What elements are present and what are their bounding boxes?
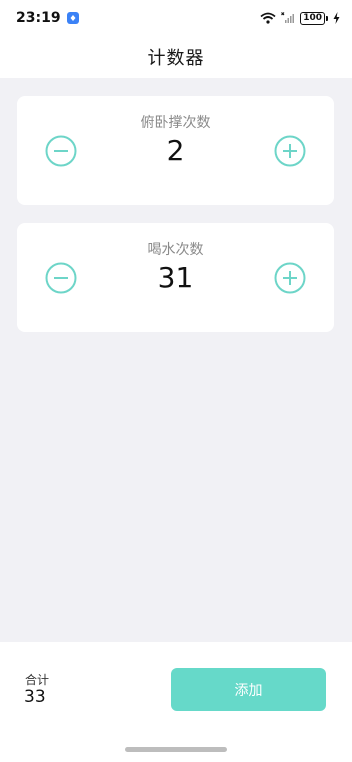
battery-level: 100 bbox=[300, 11, 325, 25]
counter-card-water: 喝水次数 31 bbox=[17, 223, 334, 332]
home-indicator[interactable] bbox=[125, 747, 227, 752]
status-right: 100 bbox=[260, 9, 340, 28]
counter-label: 喝水次数 bbox=[147, 242, 204, 258]
app-notification-icon bbox=[66, 12, 79, 24]
add-button[interactable]: 添加 bbox=[171, 668, 326, 711]
increment-button[interactable] bbox=[274, 135, 306, 167]
battery-tip bbox=[326, 15, 328, 21]
status-bar: 23:19 100 bbox=[0, 0, 352, 36]
counter-label: 俯卧撑次数 bbox=[140, 115, 211, 131]
counter-card-pushups: 俯卧撑次数 2 bbox=[17, 96, 334, 205]
battery-icon: 100 bbox=[300, 11, 328, 25]
plus-circle-icon bbox=[274, 135, 306, 167]
status-time: 23:19 bbox=[16, 10, 61, 26]
page-title: 计数器 bbox=[147, 48, 205, 69]
status-left: 23:19 bbox=[16, 10, 79, 26]
title-bar: 计数器 bbox=[0, 36, 352, 78]
total-label: 合计 bbox=[25, 673, 50, 687]
bottom-bar: 合计 33 添加 bbox=[0, 642, 352, 762]
signal-icon bbox=[281, 9, 295, 28]
plus-circle-icon bbox=[274, 262, 306, 294]
increment-button[interactable] bbox=[274, 262, 306, 294]
total-value: 33 bbox=[24, 687, 46, 707]
wifi-icon bbox=[260, 9, 276, 28]
charging-icon bbox=[333, 9, 340, 28]
content-area: 俯卧撑次数 2 喝水次数 31 bbox=[0, 78, 352, 642]
